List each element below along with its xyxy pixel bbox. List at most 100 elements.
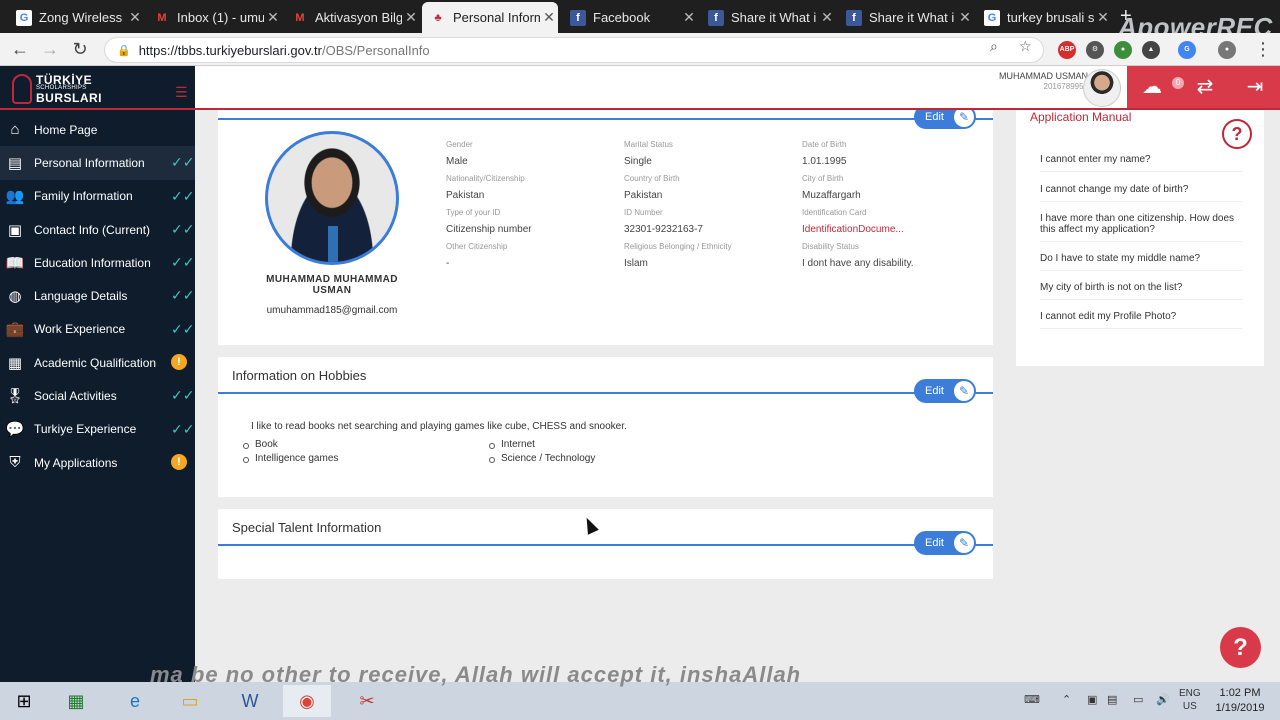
address-bar[interactable]: 🔒 https://tbbs.turkiyeburslari.gov.tr/OB… — [104, 37, 1044, 63]
edit-talent-button[interactable]: Edit ✎ — [914, 531, 976, 555]
zoom-icon[interactable]: ⌕ — [990, 38, 998, 55]
back-arrow-icon[interactable]: ← — [9, 38, 31, 60]
main-content: Edit ✎ MUHAMMAD MUHAMMAD USMAN umuhammad… — [195, 110, 1280, 682]
hobbies-list: Internet Science / Technology — [487, 439, 595, 467]
close-icon[interactable]: ✕ — [818, 9, 836, 26]
browser-tab[interactable]: M Aktivasyon Bilg ✕ — [284, 2, 420, 33]
identification-document-link[interactable]: IdentificationDocume... — [802, 224, 972, 235]
edit-label: Edit — [925, 111, 944, 123]
close-icon[interactable]: ✕ — [1094, 9, 1112, 26]
faq-link[interactable]: I cannot change my date of birth? — [1040, 184, 1242, 202]
browser-toolbar: ← → ↻ 🔒 https://tbbs.turkiyeburslari.gov… — [0, 33, 1280, 66]
extension-icon[interactable]: ▲ — [1142, 41, 1160, 59]
extension-icon[interactable]: ⚙ — [1086, 41, 1104, 59]
tray-device-icon[interactable]: ▣ — [1087, 693, 1097, 706]
notification-badge: 0 — [1172, 77, 1184, 89]
sidebar-item-social-activities[interactable]: 🎖 Social Activities ✓✓ — [0, 379, 195, 412]
cloud-upload-icon[interactable]: ☁ — [1139, 74, 1165, 100]
profile-icon[interactable]: ● — [1218, 41, 1236, 59]
tab-title: Zong Wireless — [39, 10, 123, 25]
browser-tab[interactable]: f Share it What i ✕ — [700, 2, 836, 33]
close-icon[interactable]: ✕ — [956, 9, 974, 26]
reload-icon[interactable]: ↻ — [69, 38, 91, 60]
site-logo[interactable]: TÜRKİYE SCHOLARSHIPS BURSLARI ☰ — [0, 66, 195, 110]
facebook-icon: f — [570, 9, 586, 26]
excel-icon[interactable]: ▦ — [52, 685, 100, 717]
double-check-icon: ✓✓ — [171, 254, 195, 271]
sidebar-item-home[interactable]: ⌂ Home Page — [0, 113, 195, 146]
field-city-of-birth: City of Birth Muzaffargarh — [802, 174, 861, 201]
sidebar-item-my-applications[interactable]: ⛨ My Applications ! — [0, 446, 195, 479]
faq-link[interactable]: Do I have to state my middle name? — [1040, 253, 1242, 271]
double-check-icon: ✓✓ — [171, 320, 195, 337]
browser-tab-active[interactable]: ♣ Personal Inform ✕ — [422, 2, 558, 33]
sidebar-item-contact-info[interactable]: ▣ Contact Info (Current) ✓✓ — [0, 213, 195, 246]
snipping-tool-icon[interactable]: ✂ — [343, 685, 391, 717]
profile-photo — [265, 131, 399, 265]
sidebar-item-language-details[interactable]: ◍ Language Details ✓✓ — [0, 279, 195, 312]
display-icon[interactable]: ▭ — [1133, 693, 1143, 706]
word-icon[interactable]: W — [226, 685, 274, 717]
faq-link[interactable]: My city of birth is not on the list? — [1040, 282, 1242, 300]
close-icon[interactable]: ✕ — [680, 9, 698, 26]
sidebar-item-work-experience[interactable]: 💼 Work Experience ✓✓ — [0, 313, 195, 346]
extension-icon[interactable]: ● — [1114, 41, 1132, 59]
windows-start-icon[interactable]: ⊞ — [0, 685, 48, 717]
network-icon[interactable]: ▤ — [1107, 693, 1117, 706]
language-switch-icon[interactable]: ⇄ — [1192, 74, 1218, 100]
forward-arrow-icon[interactable]: → — [39, 38, 61, 60]
tray-arrow-icon[interactable]: ⌃ — [1062, 693, 1071, 706]
close-icon[interactable]: ✕ — [402, 9, 420, 26]
sidebar-item-turkiye-experience[interactable]: 💬 Turkiye Experience ✓✓ — [0, 413, 195, 446]
close-icon[interactable]: ✕ — [264, 9, 282, 26]
sidebar-item-academic-qualification[interactable]: ▦ Academic Qualification ! — [0, 346, 195, 379]
close-icon[interactable]: ✕ — [540, 9, 558, 26]
help-button[interactable]: ? — [1220, 627, 1261, 668]
id-card-icon: ▤ — [7, 154, 23, 172]
edit-personal-button[interactable]: Edit ✎ — [914, 110, 976, 129]
tab-title: Share it What i — [869, 10, 955, 25]
chrome-sync-icon[interactable]: G — [1178, 41, 1196, 59]
browser-tab[interactable]: f Facebook ✕ — [562, 2, 698, 33]
chrome-icon[interactable]: ◉ — [283, 685, 331, 717]
google-icon: G — [16, 9, 32, 26]
edit-hobbies-button[interactable]: Edit ✎ — [914, 379, 976, 403]
browser-tab[interactable]: M Inbox (1) - umu ✕ — [146, 2, 282, 33]
section-title: Information on Hobbies — [232, 368, 367, 383]
list-item: Internet — [487, 439, 595, 453]
logout-icon[interactable]: ⇥ — [1242, 74, 1268, 100]
double-check-icon: ✓✓ — [171, 287, 195, 304]
star-icon[interactable]: ☆ — [1019, 38, 1032, 55]
section-title: Special Talent Information — [232, 520, 382, 535]
faq-link[interactable]: I cannot enter my name? — [1040, 154, 1242, 172]
avatar[interactable] — [1083, 69, 1121, 107]
menu-dots-icon[interactable]: ⋮ — [1252, 38, 1274, 60]
sidebar-item-education-information[interactable]: 📖 Education Information ✓✓ — [0, 246, 195, 279]
close-icon[interactable]: ✕ — [126, 9, 144, 26]
briefcase-icon: 💼 — [5, 321, 25, 339]
video-caption-overlay: ma be no other to receive, Allah will ac… — [150, 662, 802, 687]
application-manual-panel: Application Manual ? I cannot enter my n… — [1016, 110, 1264, 366]
keyboard-icon[interactable]: ⌨ — [1024, 693, 1040, 706]
file-explorer-icon[interactable]: ▭ — [166, 685, 214, 717]
field-gender: Gender Male — [446, 140, 473, 167]
system-clock[interactable]: 1:02 PM 1/19/2019 — [1208, 686, 1272, 716]
adblock-icon[interactable]: ABP — [1058, 41, 1076, 59]
volume-icon[interactable]: 🔊 — [1156, 693, 1170, 706]
field-id-number: ID Number 32301-9232163-7 — [624, 208, 703, 235]
faq-link[interactable]: I cannot edit my Profile Photo? — [1040, 311, 1242, 329]
browser-tab[interactable]: G Zong Wireless ✕ — [8, 2, 144, 33]
internet-explorer-icon[interactable]: e — [111, 685, 159, 717]
hamburger-menu-icon[interactable]: ☰ — [175, 84, 188, 101]
browser-tab[interactable]: G turkey brusali s ✕ — [976, 2, 1112, 33]
field-other-citizenship: Other Citizenship - — [446, 242, 508, 269]
sidebar-item-personal-information[interactable]: ▤ Personal Information ✓✓ — [0, 146, 195, 180]
pencil-icon: ✎ — [954, 110, 974, 127]
sidebar-item-family-information[interactable]: 👥 Family Information ✓✓ — [0, 180, 195, 213]
browser-tab[interactable]: f Share it What i ✕ — [838, 2, 974, 33]
hobbies-list: Book Intelligence games — [241, 439, 338, 467]
language-indicator[interactable]: ENG US — [1179, 687, 1201, 713]
faq-link[interactable]: I have more than one citizenship. How do… — [1040, 213, 1242, 242]
pencil-icon: ✎ — [954, 533, 974, 553]
hobbies-description: I like to read books net searching and p… — [251, 421, 627, 432]
